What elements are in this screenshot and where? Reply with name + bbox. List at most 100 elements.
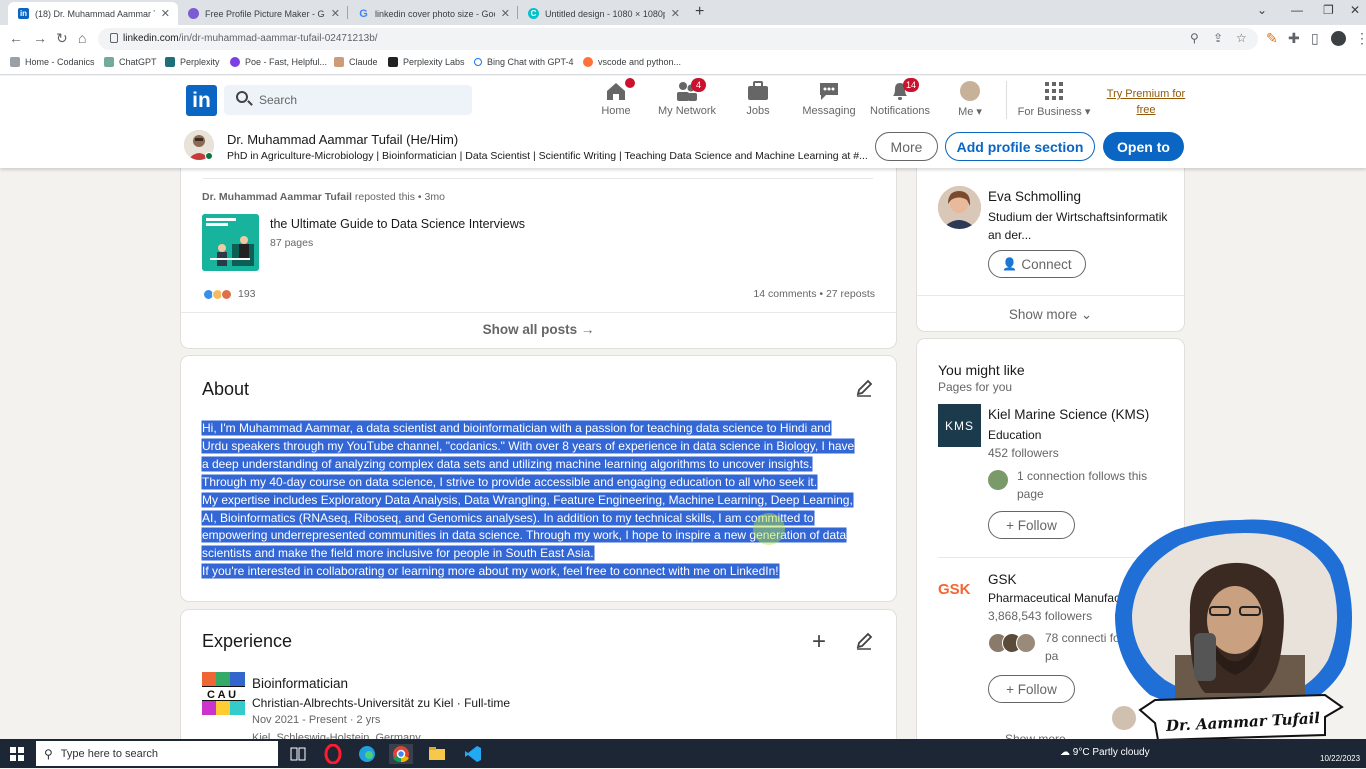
taskbar-search-input[interactable]: ⚲ Type here to search [36,741,278,766]
home-icon[interactable]: ⌂ [78,30,86,46]
file-explorer-icon[interactable] [427,744,447,764]
chrome-icon[interactable] [389,744,413,764]
maximize-icon[interactable]: ❐ [1323,3,1334,17]
bookmark-poe[interactable]: Poe - Fast, Helpful... [230,57,327,67]
nav-me[interactable]: Me ▾ [935,81,1005,118]
weather-widget[interactable]: ☁ 9°C Partly cloudy [1060,747,1150,758]
tab-canva-design[interactable]: C Untitled design - 1080 × 1080px ✕ [518,2,688,25]
person-name[interactable]: Eva Schmolling [988,189,1081,204]
avatar [959,81,981,101]
about-line: Through my 40-day course on data science… [202,474,818,489]
avatar [1016,633,1036,653]
new-tab-icon[interactable]: + [695,3,704,21]
search-input[interactable]: Search [224,85,472,115]
nav-home[interactable]: Home [581,78,651,117]
document-thumbnail[interactable] [202,214,259,271]
page-followers: 3,868,543 followers [988,609,1093,623]
page-name[interactable]: GSK [988,572,1017,587]
close-tab-icon[interactable]: ✕ [331,7,340,20]
briefcase-icon [747,81,769,101]
bookmark-vscode[interactable]: vscode and python... [583,57,681,67]
avatar[interactable] [938,186,981,229]
edit-pencil-icon[interactable] [855,632,873,650]
zoom-icon[interactable]: ⚲ [1190,31,1199,45]
vscode-icon[interactable] [463,744,483,764]
gsk-logo[interactable]: GSK [938,577,981,602]
show-more-button[interactable]: Show more ⌄ [917,307,1184,323]
profile-avatar[interactable] [1331,31,1346,46]
menu-kebab-icon[interactable]: ⋮ [1355,30,1366,47]
bookmark-perplexity[interactable]: Perplexity [165,57,220,67]
add-profile-section-button[interactable]: Add profile section [945,132,1095,161]
reload-icon[interactable]: ↻ [56,30,68,47]
bookmark-star-icon[interactable]: ☆ [1236,31,1247,45]
forward-icon[interactable]: → [33,30,47,46]
nav-notifications[interactable]: 14 Notifications [865,78,935,117]
linkedin-header: in Search Home 4 My Network Jobs Messagi… [0,76,1366,124]
bookmark-chatgpt[interactable]: ChatGPT [104,57,157,67]
back-icon[interactable]: ← [9,30,23,46]
close-tab-icon[interactable]: ✕ [161,7,170,20]
windows-start-icon[interactable] [10,747,24,761]
linkedin-icon: in [18,8,29,19]
nav-messaging[interactable]: Messaging [794,81,864,117]
side-panel-icon[interactable]: ▯ [1311,30,1319,47]
extensions-puzzle-icon[interactable]: ✚ [1288,30,1300,47]
follow-button[interactable]: + Follow [988,675,1075,703]
nav-jobs[interactable]: Jobs [723,81,793,117]
open-to-button[interactable]: Open to [1103,132,1184,161]
show-all-posts-button[interactable]: Show all posts → [181,322,896,337]
about-card: About Hi, I'm Muhammad Aammar, a data sc… [181,356,896,601]
online-status-dot [205,152,213,160]
show-more-label: Show more [1008,307,1078,322]
opera-icon[interactable] [323,743,343,765]
comments-reposts-count[interactable]: 14 comments • 27 reposts [753,288,875,300]
extension-icon[interactable]: ✎ [1266,30,1278,47]
bookmark-bing-chat[interactable]: Bing Chat with GPT-4 [474,57,574,67]
close-window-icon[interactable]: ✕ [1350,3,1360,17]
page-followers: 452 followers [988,446,1059,460]
nav-for-business[interactable]: For Business ▾ [1012,81,1096,118]
tab-search-icon[interactable]: ⌄ [1257,3,1267,17]
cau-logo[interactable]: C A U [202,672,245,715]
add-plus-icon[interactable]: + [812,628,826,656]
home-icon [605,78,635,101]
experience-org: Christian-Albrechts-Universität zu Kiel … [252,696,511,710]
tab-title: linkedin cover photo size - Goog [375,8,495,19]
nav-my-network[interactable]: 4 My Network [652,78,722,117]
repost-author[interactable]: Dr. Muhammad Aammar Tufail [202,191,352,203]
try-premium-link[interactable]: Try Premium for free [1100,86,1192,118]
taskbar-date[interactable]: 10/22/2023 [1320,754,1360,763]
url-text: linkedin.com/in/dr-muhammad-aammar-tufai… [123,33,378,44]
chatgpt-icon [104,57,114,67]
address-bar[interactable]: linkedin.com/in/dr-muhammad-aammar-tufai… [98,28,1258,50]
edge-icon[interactable] [357,744,377,764]
tab-google-search[interactable]: G linkedin cover photo size - Goog ✕ [348,2,518,25]
close-tab-icon[interactable]: ✕ [671,7,680,20]
linkedin-logo[interactable]: in [186,85,217,116]
follow-button[interactable]: + Follow [988,511,1075,539]
about-line: Hi, I'm Muhammad Aammar, a data scientis… [202,421,831,435]
bookmark-claude[interactable]: Claude [334,57,378,67]
minimize-icon[interactable]: — [1291,3,1303,17]
reactions-count[interactable]: 193 [203,288,256,300]
close-tab-icon[interactable]: ✕ [501,7,510,20]
task-view-icon[interactable] [288,744,308,764]
share-icon[interactable]: ⇪ [1213,31,1223,45]
bookmark-label: Poe - Fast, Helpful... [245,57,328,67]
bookmark-codanics[interactable]: Home - Codanics [10,57,95,67]
card-subtitle: Pages for you [938,380,1013,394]
tab-profile-maker[interactable]: Free Profile Picture Maker - Gen ✕ [178,2,348,25]
about-line: Urdu speakers through my YouTube channel… [202,438,855,453]
weather-text: 9°C Partly cloudy [1072,747,1150,758]
page-name[interactable]: Kiel Marine Science (KMS) [988,407,1149,422]
connect-button[interactable]: 👤 Connect [988,250,1086,278]
document-title[interactable]: the Ultimate Guide to Data Science Inter… [270,217,525,231]
tab-linkedin-profile[interactable]: in (18) Dr. Muhammad Aammar Tu ✕ [8,2,178,25]
kms-logo[interactable]: KMS [938,404,981,447]
more-button[interactable]: More [875,132,938,161]
edit-pencil-icon[interactable] [855,379,873,397]
claude-icon [334,57,344,67]
about-line: If you're interested in collaborating or… [202,564,779,579]
bookmark-perplexity-labs[interactable]: Perplexity Labs [388,57,465,67]
